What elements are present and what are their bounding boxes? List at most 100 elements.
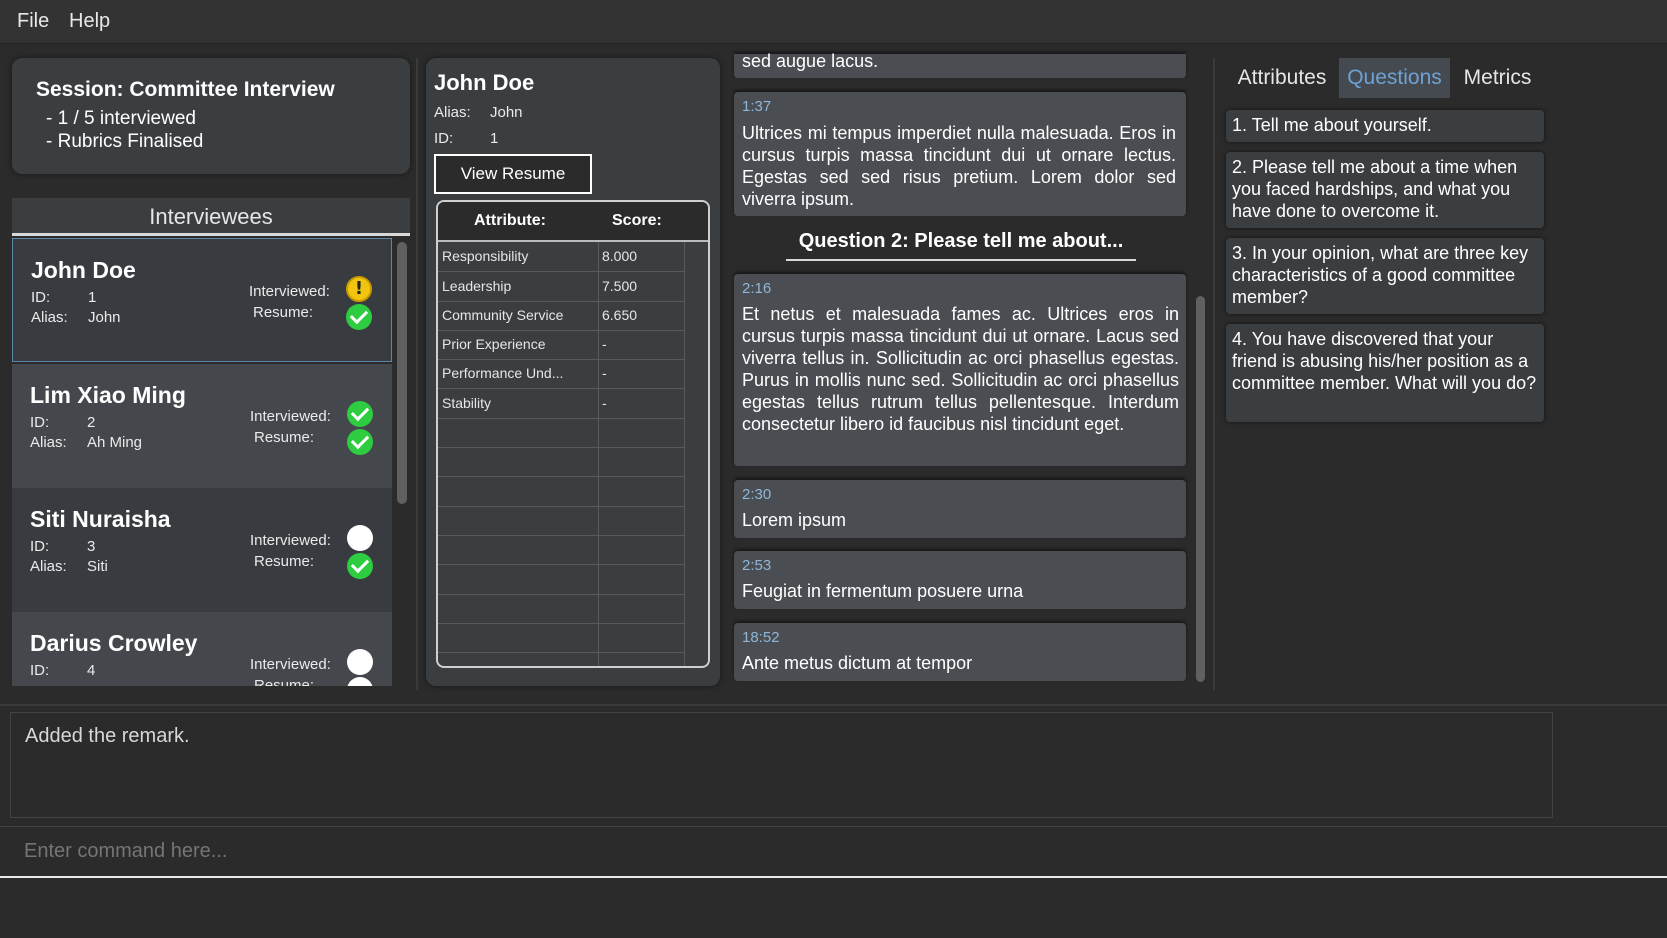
empty-circle-icon xyxy=(347,677,373,686)
question-heading: Question 2: Please tell me about... xyxy=(786,230,1136,261)
remark-card[interactable]: 2:30 Lorem ipsum xyxy=(734,480,1186,538)
remark-timestamp: 2:16 xyxy=(742,280,772,297)
table-row[interactable]: Prior Experience - xyxy=(438,330,684,360)
score-cell: - xyxy=(602,336,607,352)
remarks-scrollbar[interactable] xyxy=(1196,296,1205,682)
interviewee-alias: Siti xyxy=(87,558,108,575)
table-row[interactable]: Community Service 6.650 xyxy=(438,301,684,331)
empty-row xyxy=(438,594,684,624)
view-resume-button[interactable]: View Resume xyxy=(434,154,592,194)
detail-alias: John xyxy=(490,104,523,121)
question-item[interactable]: 4. You have discovered that your friend … xyxy=(1226,324,1544,422)
question-item[interactable]: 2. Please tell me about a time when you … xyxy=(1226,152,1544,228)
table-header: Attribute: Score: xyxy=(438,202,708,242)
column-divider xyxy=(1213,58,1215,690)
score-cell: 6.650 xyxy=(602,307,638,323)
interviewed-label: Interviewed: xyxy=(250,408,331,425)
question-item[interactable]: 1. Tell me about yourself. xyxy=(1226,110,1544,142)
detail-alias-label: Alias: xyxy=(434,104,471,121)
attribute-score-table: Attribute: Score: Responsibility 8.000 Le… xyxy=(436,200,710,668)
remark-text: sed augue lacus. xyxy=(742,51,879,71)
interviewed-label: Interviewed: xyxy=(249,283,330,300)
remark-text: Et netus et malesuada fames ac. Ultrices… xyxy=(742,304,1179,434)
interviewed-label: Interviewed: xyxy=(250,656,331,673)
column-separator xyxy=(684,242,685,666)
attribute-cell: Stability xyxy=(442,395,492,411)
attribute-column-header[interactable]: Attribute: xyxy=(474,212,546,230)
check-icon xyxy=(347,429,373,455)
empty-circle-icon xyxy=(347,525,373,551)
interviewee-card[interactable]: Siti Nuraisha ID: 3 Alias: Siti Intervie… xyxy=(12,488,392,612)
id-label: ID: xyxy=(31,289,51,306)
detail-id-label: ID: xyxy=(434,130,454,147)
check-icon xyxy=(346,304,372,330)
interviewee-id: 3 xyxy=(87,538,96,555)
menu-help[interactable]: Help xyxy=(69,10,110,33)
tab-attributes[interactable]: Attributes xyxy=(1226,58,1338,98)
remark-timestamp: 2:53 xyxy=(742,557,772,574)
tab-questions[interactable]: Questions xyxy=(1339,58,1450,98)
score-cell: 8.000 xyxy=(602,248,638,264)
table-row[interactable]: Responsibility 8.000 xyxy=(438,242,684,272)
remark-card[interactable]: 2:53 Feugiat in fermentum posuere urna xyxy=(734,551,1186,609)
remark-text: Ante metus dictum at tempor xyxy=(742,653,973,673)
interviewee-name: Siti Nuraisha xyxy=(30,506,171,532)
alias-label: Alias: xyxy=(30,434,67,451)
alias-label: Alias: xyxy=(31,309,68,326)
remark-text: Feugiat in fermentum posuere urna xyxy=(742,581,1024,601)
command-input[interactable] xyxy=(0,826,1667,878)
empty-row xyxy=(438,535,684,565)
session-interviewed-count: - 1 / 5 interviewed xyxy=(46,108,196,129)
score-column-header[interactable]: Score: xyxy=(612,212,662,230)
remark-text: Lorem ipsum xyxy=(742,510,847,530)
score-cell: - xyxy=(602,395,607,411)
resume-label: Resume: xyxy=(254,553,315,570)
empty-row xyxy=(438,506,684,536)
empty-row xyxy=(438,418,684,448)
interviewees-header: Interviewees xyxy=(12,198,410,236)
empty-row xyxy=(438,565,684,595)
remark-card[interactable]: 2:16 Et netus et malesuada fames ac. Ult… xyxy=(734,274,1186,466)
empty-circle-icon xyxy=(347,649,373,675)
interviewee-card[interactable]: John Doe ID: 1 Alias: John Interviewed: … xyxy=(12,238,392,362)
remark-card[interactable]: 18:52 Ante metus dictum at tempor xyxy=(734,623,1186,681)
interviewee-name: Lim Xiao Ming xyxy=(30,382,186,408)
detail-name: John Doe xyxy=(434,70,535,95)
remark-timestamp: 1:37 xyxy=(742,98,772,115)
question-item[interactable]: 3. In your opinion, what are three key c… xyxy=(1226,238,1544,314)
remark-timestamp: 18:52 xyxy=(742,629,780,646)
column-divider xyxy=(416,58,418,690)
id-label: ID: xyxy=(30,414,50,431)
session-rubrics-status: - Rubrics Finalised xyxy=(46,131,204,152)
attribute-cell: Responsibility xyxy=(442,248,529,264)
result-message: Added the remark. xyxy=(25,725,190,747)
interviewee-card[interactable]: Lim Xiao Ming ID: 2 Alias: Ah Ming Inter… xyxy=(12,364,392,488)
attribute-cell: Performance Und... xyxy=(442,365,564,381)
score-cell: 7.500 xyxy=(602,278,638,294)
attribute-cell: Prior Experience xyxy=(442,336,546,352)
interviewee-id: 4 xyxy=(87,662,96,679)
id-label: ID: xyxy=(30,538,50,555)
table-row[interactable]: Stability - xyxy=(438,389,684,419)
menu-file[interactable]: File xyxy=(17,10,49,33)
interviewee-list-scrollbar[interactable] xyxy=(397,242,407,504)
session-title: Session: Committee Interview xyxy=(36,78,335,101)
empty-row xyxy=(438,623,684,653)
remark-card[interactable]: 1:37 Ultrices mi tempus imperdiet nulla … xyxy=(734,92,1186,216)
result-display: Added the remark. xyxy=(10,712,1553,818)
warning-icon xyxy=(346,276,372,302)
id-label: ID: xyxy=(30,662,50,679)
remark-card[interactable]: sed augue lacus. xyxy=(734,51,1186,78)
detail-id: 1 xyxy=(490,130,499,147)
interviewee-alias: Ah Ming xyxy=(87,434,143,451)
attribute-cell: Community Service xyxy=(442,307,564,323)
table-row[interactable]: Performance Und... - xyxy=(438,359,684,389)
interviewee-list: John Doe ID: 1 Alias: John Interviewed: … xyxy=(12,238,392,686)
attribute-cell: Leadership xyxy=(442,278,512,294)
menu-bar: File Help xyxy=(0,0,1667,44)
tab-metrics[interactable]: Metrics xyxy=(1451,58,1544,98)
interviewee-alias: John xyxy=(88,309,121,326)
interviewee-card[interactable]: Darius Crowley ID: 4 Interviewed: Resume… xyxy=(12,612,392,686)
table-row[interactable]: Leadership 7.500 xyxy=(438,272,684,302)
interviewee-id: 2 xyxy=(87,414,96,431)
